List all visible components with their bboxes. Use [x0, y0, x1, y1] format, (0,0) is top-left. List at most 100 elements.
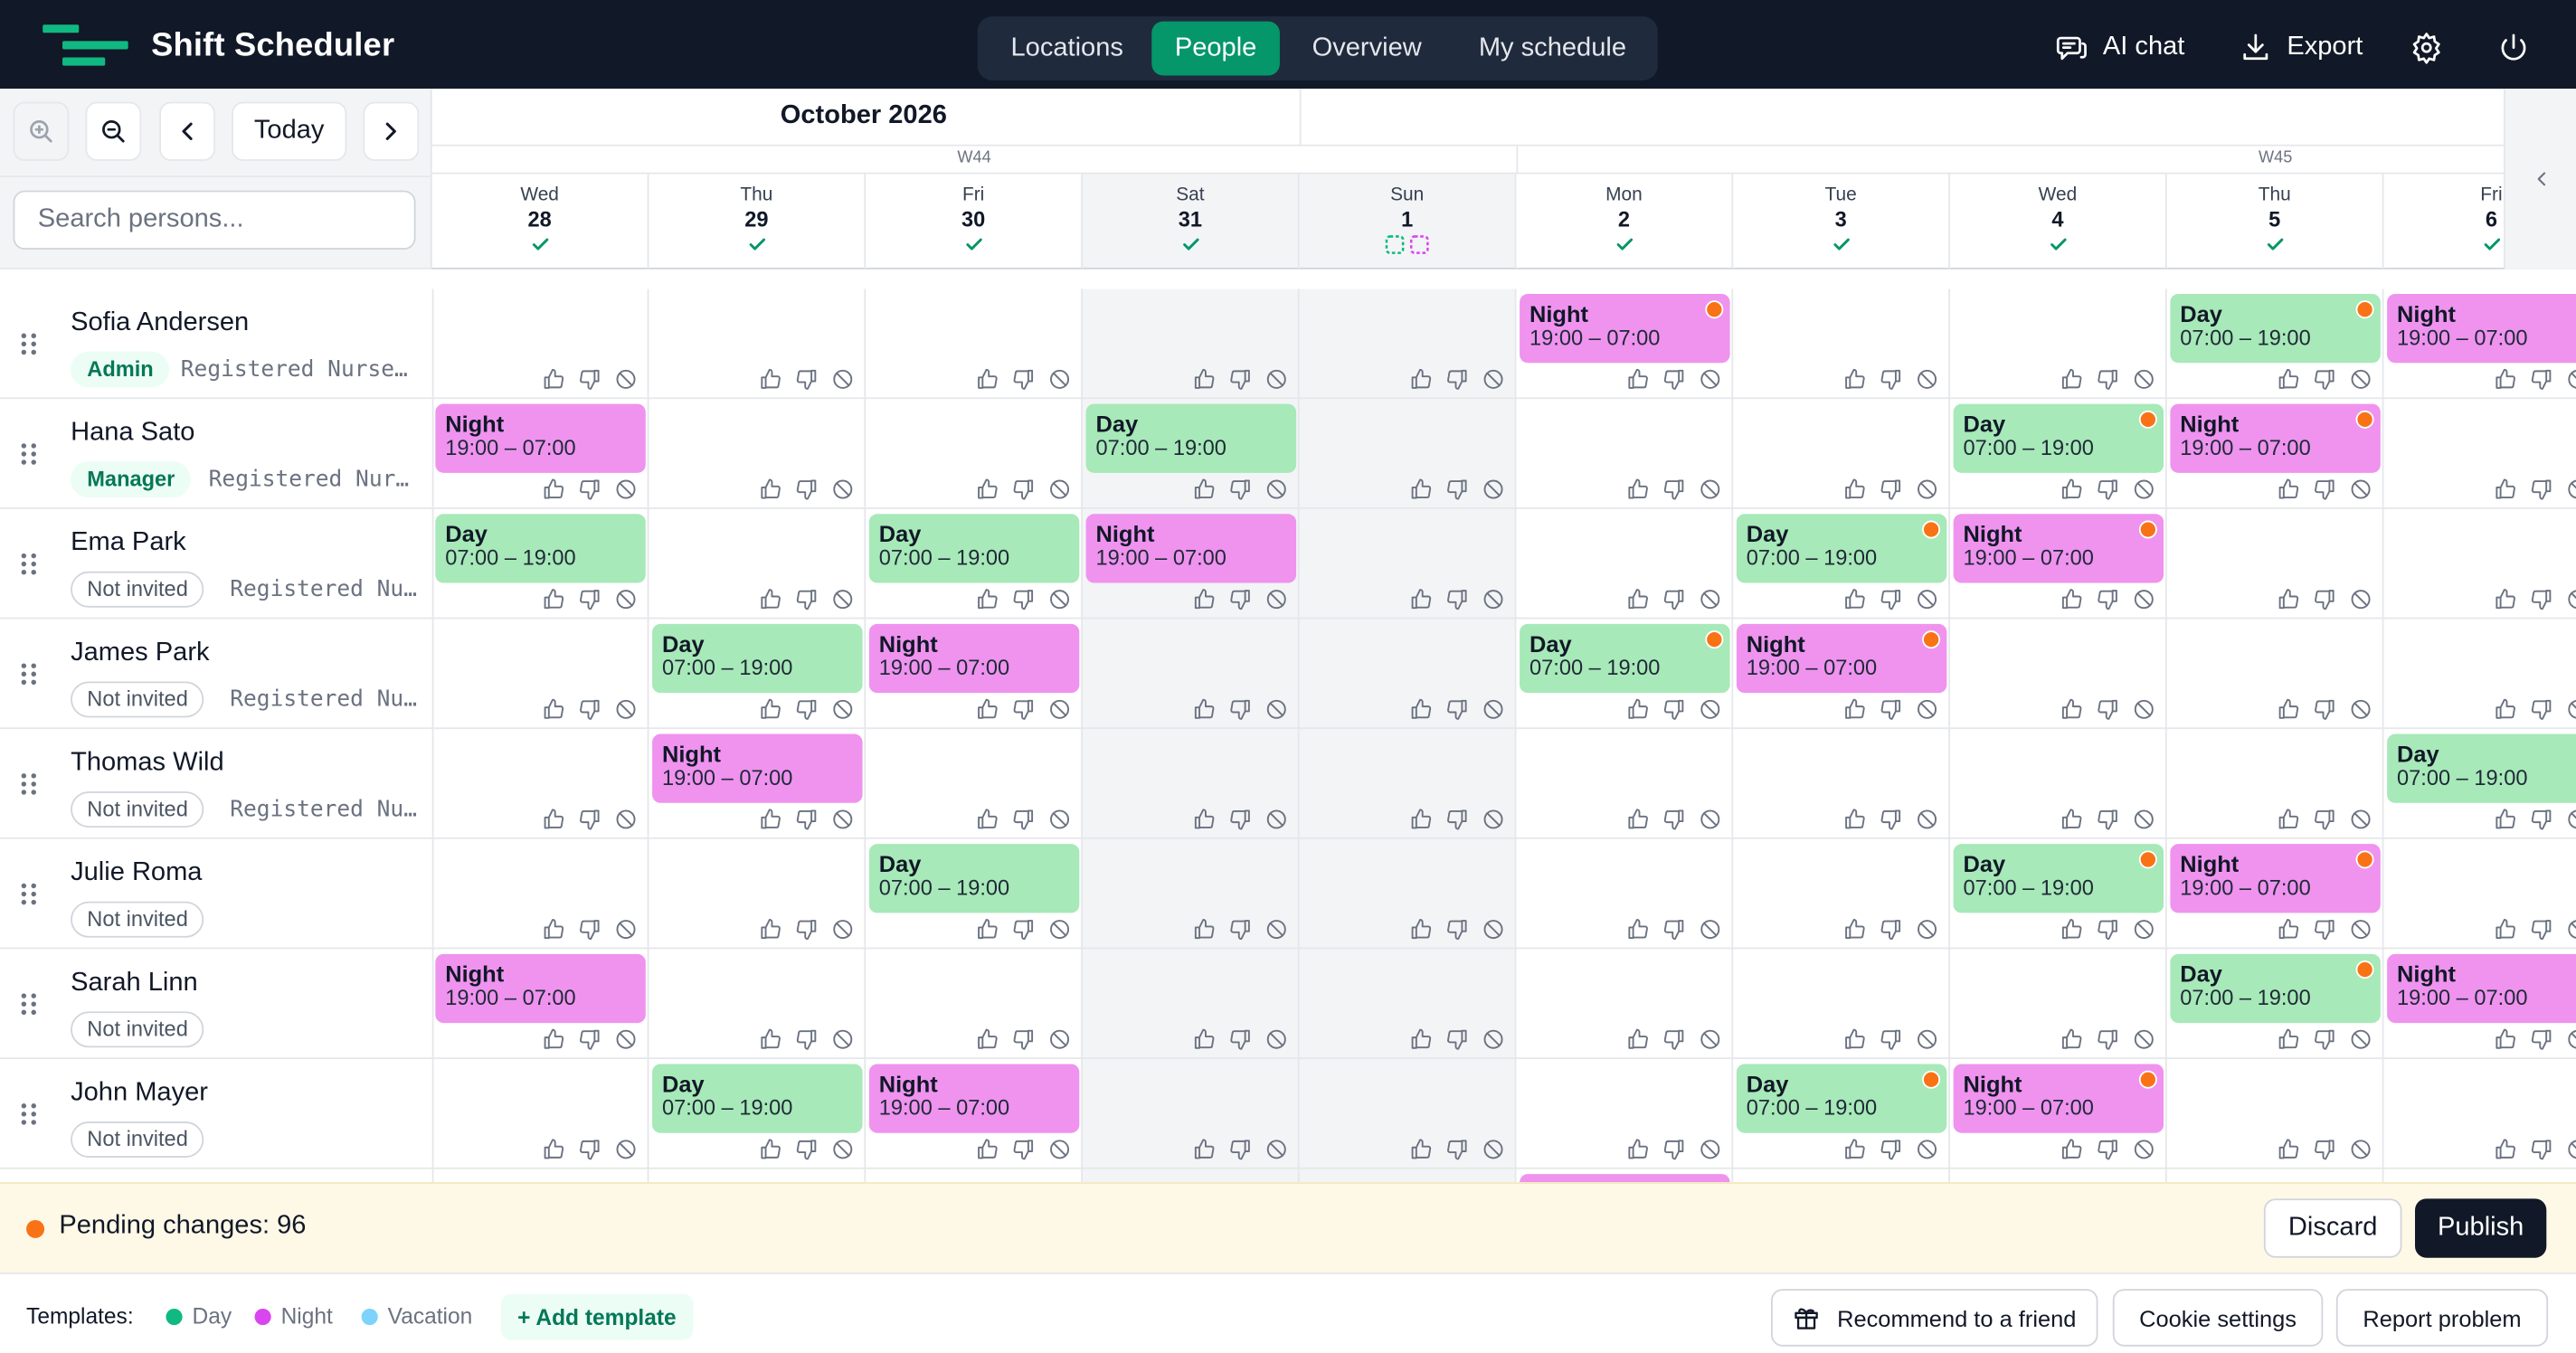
thumbs-up-icon[interactable] [1409, 1138, 1432, 1160]
thumbs-down-icon[interactable] [578, 368, 601, 391]
thumbs-down-icon[interactable] [1012, 588, 1035, 610]
thumbs-down-icon[interactable] [1012, 1028, 1035, 1051]
thumbs-down-icon[interactable] [2530, 478, 2552, 500]
block-icon[interactable] [1699, 368, 1721, 391]
block-icon[interactable] [1048, 588, 1071, 610]
thumbs-down-icon[interactable] [2097, 478, 2119, 500]
block-icon[interactable] [1265, 368, 1288, 391]
block-icon[interactable] [2349, 588, 2372, 610]
block-icon[interactable] [2349, 808, 2372, 830]
thumbs-down-icon[interactable] [1662, 918, 1685, 941]
thumbs-down-icon[interactable] [1880, 478, 1902, 500]
next-button[interactable] [363, 101, 420, 161]
block-icon[interactable] [1916, 478, 1938, 500]
nav-tab-overview[interactable]: Overview [1286, 22, 1447, 76]
thumbs-down-icon[interactable] [2097, 918, 2119, 941]
block-icon[interactable] [1048, 698, 1071, 721]
person-name[interactable]: Ema Park [71, 529, 186, 559]
thumbs-down-icon[interactable] [1880, 1138, 1902, 1160]
block-icon[interactable] [2133, 1138, 2155, 1160]
block-icon[interactable] [1699, 1138, 1721, 1160]
drag-handle-icon[interactable] [21, 993, 38, 1016]
thumbs-down-icon[interactable] [1229, 808, 1252, 830]
thumbs-up-icon[interactable] [976, 588, 999, 610]
thumbs-up-icon[interactable] [1193, 588, 1216, 610]
person-name[interactable]: Thomas Wild [71, 749, 224, 779]
block-icon[interactable] [2133, 918, 2155, 941]
night-shift[interactable]: Night 19:00 – 07:00 [435, 403, 646, 473]
block-icon[interactable] [614, 808, 637, 830]
thumbs-up-icon[interactable] [542, 918, 564, 941]
thumbs-down-icon[interactable] [795, 478, 818, 500]
block-icon[interactable] [1482, 918, 1504, 941]
block-icon[interactable] [1482, 368, 1504, 391]
thumbs-up-icon[interactable] [759, 698, 781, 721]
block-icon[interactable] [1482, 478, 1504, 500]
thumbs-up-icon[interactable] [2060, 918, 2083, 941]
day-shift[interactable]: Day 07:00 – 19:00 [2170, 293, 2381, 364]
thumbs-up-icon[interactable] [1409, 588, 1432, 610]
thumbs-up-icon[interactable] [2060, 1138, 2083, 1160]
thumbs-down-icon[interactable] [1445, 918, 1468, 941]
thumbs-up-icon[interactable] [1193, 478, 1216, 500]
block-icon[interactable] [831, 698, 854, 721]
thumbs-down-icon[interactable] [1229, 1028, 1252, 1051]
thumbs-down-icon[interactable] [2313, 368, 2335, 391]
thumbs-up-icon[interactable] [542, 698, 564, 721]
drag-handle-icon[interactable] [21, 333, 38, 356]
thumbs-down-icon[interactable] [1445, 1028, 1468, 1051]
thumbs-up-icon[interactable] [2494, 478, 2516, 500]
thumbs-down-icon[interactable] [578, 478, 601, 500]
thumbs-down-icon[interactable] [1662, 1138, 1685, 1160]
thumbs-down-icon[interactable] [1445, 698, 1468, 721]
thumbs-down-icon[interactable] [2313, 918, 2335, 941]
person-name[interactable]: James Park [71, 639, 209, 668]
thumbs-down-icon[interactable] [1880, 698, 1902, 721]
thumbs-down-icon[interactable] [1662, 588, 1685, 610]
block-icon[interactable] [2566, 698, 2576, 721]
thumbs-down-icon[interactable] [1445, 808, 1468, 830]
block-icon[interactable] [1048, 808, 1071, 830]
thumbs-up-icon[interactable] [2494, 698, 2516, 721]
thumbs-down-icon[interactable] [578, 1138, 601, 1160]
block-icon[interactable] [831, 368, 854, 391]
export-button[interactable]: Export [2240, 28, 2363, 68]
thumbs-up-icon[interactable] [759, 588, 781, 610]
thumbs-up-icon[interactable] [542, 1028, 564, 1051]
day-shift[interactable]: Day 07:00 – 19:00 [868, 844, 1080, 913]
block-icon[interactable] [1482, 698, 1504, 721]
thumbs-down-icon[interactable] [578, 588, 601, 610]
block-icon[interactable] [831, 808, 854, 830]
thumbs-up-icon[interactable] [1843, 368, 1866, 391]
nav-tab-my-schedule[interactable]: My schedule [1453, 22, 1653, 76]
thumbs-down-icon[interactable] [2530, 588, 2552, 610]
thumbs-down-icon[interactable] [1229, 1138, 1252, 1160]
thumbs-up-icon[interactable] [1626, 588, 1649, 610]
nav-tab-people[interactable]: People [1151, 21, 1280, 76]
thumbs-down-icon[interactable] [795, 588, 818, 610]
block-icon[interactable] [1482, 1028, 1504, 1051]
thumbs-up-icon[interactable] [1193, 808, 1216, 830]
thumbs-up-icon[interactable] [1626, 1138, 1649, 1160]
drag-handle-icon[interactable] [21, 883, 38, 906]
block-icon[interactable] [1265, 1138, 1288, 1160]
block-icon[interactable] [614, 478, 637, 500]
block-icon[interactable] [1048, 368, 1071, 391]
thumbs-up-icon[interactable] [542, 808, 564, 830]
thumbs-up-icon[interactable] [759, 808, 781, 830]
thumbs-down-icon[interactable] [795, 808, 818, 830]
night-shift[interactable]: Night 19:00 – 07:00 [1953, 514, 2164, 583]
thumbs-up-icon[interactable] [1626, 478, 1649, 500]
thumbs-down-icon[interactable] [1880, 368, 1902, 391]
thumbs-up-icon[interactable] [2060, 588, 2083, 610]
day-shift[interactable]: Day 07:00 – 19:00 [868, 514, 1080, 583]
thumbs-down-icon[interactable] [1662, 478, 1685, 500]
thumbs-down-icon[interactable] [1662, 1028, 1685, 1051]
thumbs-up-icon[interactable] [976, 918, 999, 941]
block-icon[interactable] [1482, 808, 1504, 830]
template-night[interactable]: Night [254, 1304, 333, 1329]
thumbs-down-icon[interactable] [2530, 1028, 2552, 1051]
thumbs-down-icon[interactable] [2530, 368, 2552, 391]
thumbs-up-icon[interactable] [2494, 368, 2516, 391]
night-shift[interactable]: Night 19:00 – 07:00 [1085, 514, 1297, 583]
